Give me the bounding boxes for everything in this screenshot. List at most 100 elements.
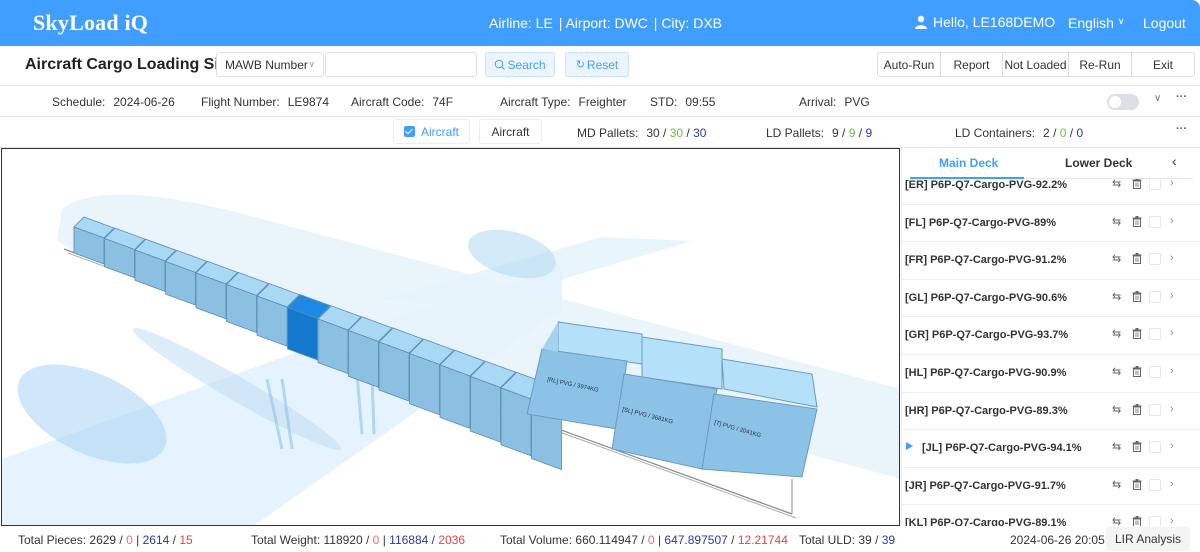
tab-main-deck[interactable]: Main Deck	[939, 156, 998, 170]
md-pallets-label: MD Pallets:	[577, 126, 639, 140]
uld-label: [FL] P6P-Q7-Cargo-PVG-89%	[905, 217, 1056, 229]
lir-analysis-button[interactable]: LIR Analysis	[1106, 527, 1190, 551]
flight-number-label: Flight Number:	[201, 95, 280, 109]
aircraft-button[interactable]: Aircraft	[479, 119, 542, 144]
uld-label: [HL] P6P-Q7-Cargo-PVG-90.9%	[905, 367, 1066, 379]
uld-checkbox[interactable]	[1149, 516, 1161, 526]
pieces-remaining: 15	[179, 533, 193, 547]
more-icon[interactable]: ···	[1176, 91, 1187, 103]
trash-icon[interactable]	[1132, 403, 1142, 415]
uld-list-item[interactable]: [FR] P6P-Q7-Cargo-PVG-91.2% ⇆ ›	[902, 242, 1200, 280]
uld-list-item[interactable]: [JL] P6P-Q7-Cargo-PVG-94.1% ⇆ ›	[902, 430, 1200, 468]
trash-icon[interactable]	[1132, 441, 1142, 453]
ld-pallets-count: LD Pallets: 9 / 9 / 9	[766, 126, 873, 140]
chevron-right-icon[interactable]: ›	[1170, 440, 1174, 452]
ldc-loaded: 0	[1059, 126, 1067, 140]
uld-list-item[interactable]: [FL] P6P-Q7-Cargo-PVG-89% ⇆ ›	[902, 205, 1200, 243]
flight-number-field: Flight Number: LE9874	[201, 95, 329, 109]
tab-lower-deck[interactable]: Lower Deck	[1065, 156, 1132, 170]
swap-icon[interactable]: ⇆	[1112, 440, 1121, 453]
uld-checkbox[interactable]	[1149, 290, 1161, 303]
swap-icon[interactable]: ⇆	[1112, 365, 1121, 378]
total-uld: Total ULD: 39 / 39	[799, 533, 896, 547]
trash-icon[interactable]	[1132, 290, 1142, 302]
search-input[interactable]	[325, 52, 477, 77]
trash-icon[interactable]	[1132, 328, 1142, 340]
language-select[interactable]: English ∨	[1068, 15, 1125, 31]
chevron-right-icon[interactable]: ›	[1170, 515, 1174, 526]
chevron-right-icon[interactable]: ›	[1170, 290, 1174, 302]
uld-name: P6P-Q7-Cargo-PVG-90.6%	[930, 291, 1067, 304]
chevron-right-icon[interactable]: ›	[1170, 252, 1174, 264]
total-volume: Total Volume: 660.114947 / 0 | 647.89750…	[500, 533, 788, 547]
totals-footer: Total Pieces: 2629 / 0 | 2614 / 15 Total…	[0, 526, 1200, 552]
uld-list-item[interactable]: [KL] P6P-Q7-Cargo-PVG-89.1% ⇆ ›	[902, 505, 1200, 526]
toolbar: Aircraft Cargo Loading Simulation MAWB N…	[0, 46, 1200, 86]
report-button[interactable]: Report	[941, 53, 1003, 76]
chevron-down-icon[interactable]: ∨	[1154, 93, 1161, 104]
uld-checkbox[interactable]	[1149, 328, 1161, 341]
not-loaded-button[interactable]: Not Loaded	[1003, 53, 1069, 76]
flight-number-value: LE9874	[287, 95, 330, 109]
swap-icon[interactable]: ⇆	[1112, 478, 1121, 491]
auto-run-button[interactable]: Auto-Run	[878, 53, 941, 76]
chevron-right-icon[interactable]: ›	[1170, 365, 1174, 377]
swap-icon[interactable]: ⇆	[1112, 215, 1121, 228]
aircraft-3d-viewer[interactable]: [RL] PVG / 3974KG [SL] PVG / 3681KG [T] …	[1, 148, 900, 526]
uld-list-item[interactable]: [JR] P6P-Q7-Cargo-PVG-91.7% ⇆ ›	[902, 468, 1200, 506]
logo: SkyLoad iQ	[33, 10, 149, 35]
exit-button[interactable]: Exit	[1132, 53, 1194, 76]
trash-icon[interactable]	[1132, 365, 1142, 377]
uld-list-item[interactable]: [HR] P6P-Q7-Cargo-PVG-89.3% ⇆ ›	[902, 393, 1200, 431]
trash-icon[interactable]	[1132, 178, 1142, 189]
uld-checkbox[interactable]	[1149, 178, 1161, 190]
swap-icon[interactable]: ⇆	[1112, 403, 1121, 416]
search-type-select[interactable]: MAWB Number ∨	[216, 52, 324, 77]
swap-icon[interactable]: ⇆	[1112, 290, 1121, 303]
chevron-right-icon[interactable]: ›	[1170, 215, 1174, 227]
reset-button[interactable]: ↻ Reset	[565, 52, 629, 77]
uld-checkbox[interactable]	[1149, 478, 1161, 491]
chevron-right-icon[interactable]: ›	[1170, 478, 1174, 490]
trash-icon[interactable]	[1132, 253, 1142, 265]
aircraft-checkbox[interactable]: Aircraft	[393, 119, 470, 144]
uld-list-item[interactable]: [GR] P6P-Q7-Cargo-PVG-93.7% ⇆ ›	[902, 317, 1200, 355]
total-weight: Total Weight: 118920 / 0 | 116884 / 2036	[251, 533, 466, 547]
context-info: Airline: LE | Airport: DWC | City: DXB	[489, 15, 724, 31]
uld-label: [JR] P6P-Q7-Cargo-PVG-91.7%	[905, 480, 1066, 492]
logout-link[interactable]: Logout	[1143, 15, 1186, 31]
arrival-field: Arrival: PVG	[799, 95, 870, 109]
md-total: 30	[646, 126, 660, 140]
ld-containers-label: LD Containers:	[955, 126, 1036, 140]
aircraft-scene: [RL] PVG / 3974KG [SL] PVG / 3681KG [T] …	[2, 194, 899, 525]
uld-list-item[interactable]: [HL] P6P-Q7-Cargo-PVG-90.9% ⇆ ›	[902, 355, 1200, 393]
search-button[interactable]: Search	[485, 52, 555, 77]
uld-checkbox[interactable]	[1149, 215, 1161, 228]
aircraft-code-label: Aircraft Code:	[351, 95, 425, 109]
trash-icon[interactable]	[1132, 516, 1142, 526]
swap-icon[interactable]: ⇆	[1112, 515, 1121, 526]
uld-list-item[interactable]: [GL] P6P-Q7-Cargo-PVG-90.6% ⇆ ›	[902, 280, 1200, 318]
collapse-panel-icon[interactable]: ‹	[1172, 153, 1177, 169]
pieces-unloaded: 0	[126, 533, 133, 547]
more-icon[interactable]: ···	[1176, 123, 1187, 135]
volume-total: 660.114947	[575, 533, 638, 547]
view-toggle[interactable]	[1107, 94, 1139, 110]
uld-checkbox[interactable]	[1149, 441, 1161, 454]
re-run-button[interactable]: Re-Run	[1069, 53, 1132, 76]
uld-name: P6P-Q7-Cargo-PVG-89%	[928, 216, 1056, 229]
trash-icon[interactable]	[1132, 215, 1142, 227]
uld-name: P6P-Q7-Cargo-PVG-89.3%	[931, 404, 1068, 417]
trash-icon[interactable]	[1132, 478, 1142, 490]
swap-icon[interactable]: ⇆	[1112, 327, 1121, 340]
uld-label: [GL] P6P-Q7-Cargo-PVG-90.6%	[905, 292, 1067, 304]
uld-checkbox[interactable]	[1149, 365, 1161, 378]
uld-checkbox[interactable]	[1149, 253, 1161, 266]
chevron-right-icon[interactable]: ›	[1170, 403, 1174, 415]
chevron-right-icon[interactable]: ›	[1170, 327, 1174, 339]
uld-position: [JL]	[922, 442, 943, 455]
uld-checkbox[interactable]	[1149, 403, 1161, 416]
uld-name: P6P-Q7-Cargo-PVG-89.1%	[930, 517, 1067, 526]
uld-list[interactable]: [ER] P6P-Q7-Cargo-PVG-92.2% ⇆ › [FL] P6P-Q7…	[902, 167, 1200, 526]
swap-icon[interactable]: ⇆	[1112, 252, 1121, 265]
